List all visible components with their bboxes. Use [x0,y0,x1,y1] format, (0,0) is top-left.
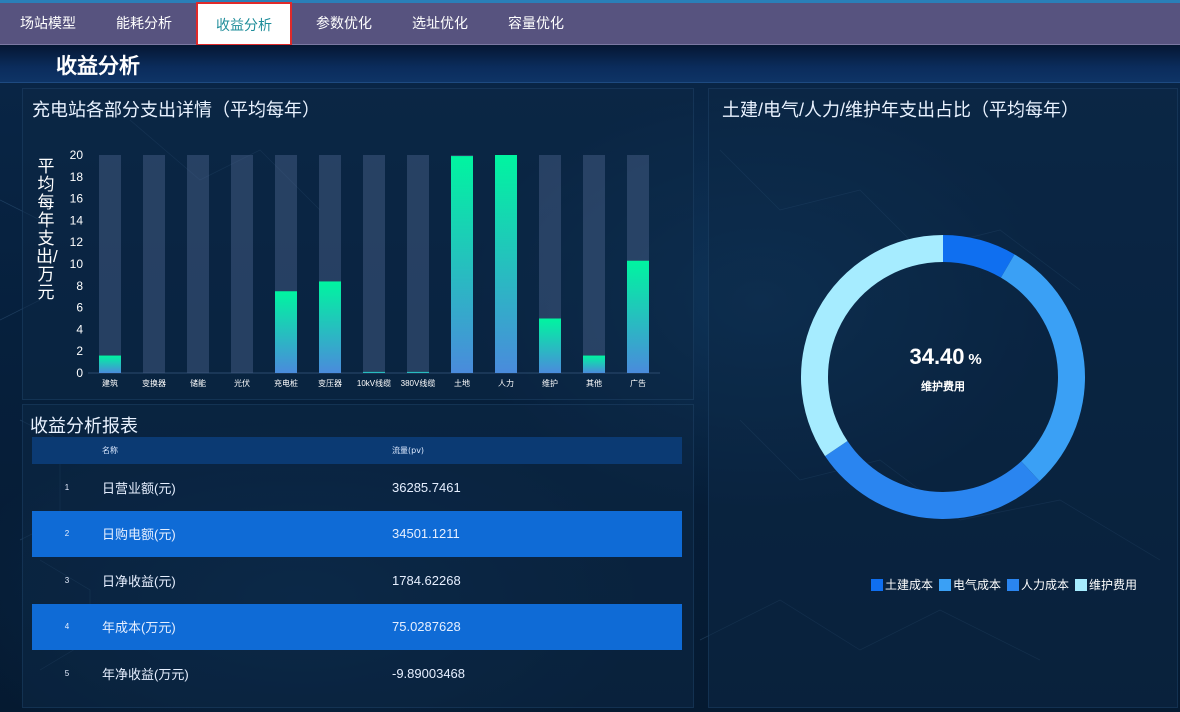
row-name: 日购电额(元) [102,527,176,543]
table-row[interactable]: 4 年成本(万元) 75.0287628 [32,603,682,650]
expense-detail-title: 充电站各部分支出详情（平均每年） [32,100,320,120]
tab-revenue-analysis[interactable]: 收益分析 [196,1,292,46]
legend-item-maintenance[interactable]: 维护费用 [1075,576,1137,593]
tab-energy-analysis[interactable]: 能耗分析 [96,2,192,46]
expense-share-panel [708,88,1178,708]
table-row[interactable]: 2 日购电额(元) 34501.1211 [32,510,682,557]
row-name: 年净收益(万元) [102,666,189,682]
row-value: 34501.1211 [392,526,460,542]
revenue-report-table: 名称 流量(pv) 1 日营业额(元) 36285.7461 2 日购电额(元)… [32,437,682,697]
table-header: 名称 流量(pv) [32,437,682,464]
row-name: 日净收益(元) [102,573,176,589]
legend-swatch [871,578,883,591]
row-index: 1 [64,482,70,492]
tab-parameter-optimization[interactable]: 参数优化 [296,2,392,46]
tab-site-optimization[interactable]: 选址优化 [392,2,488,46]
donut-legend: 土建成本 电气成本 人力成本 维护费用 [871,576,1137,593]
row-name: 年成本(万元) [102,620,176,636]
top-nav: 场站模型 能耗分析 收益分析 参数优化 选址优化 容量优化 [0,0,1180,46]
legend-item-labor[interactable]: 人力成本 [1007,576,1069,593]
table-row[interactable]: 5 年净收益(万元) -9.89003468 [32,650,682,697]
tab-station-model[interactable]: 场站模型 [0,2,96,46]
expense-detail-panel [22,88,694,400]
column-header-value: 流量(pv) [392,446,425,455]
row-index: 4 [64,622,70,632]
revenue-report-title: 收益分析报表 [30,416,138,436]
row-value: -9.89003468 [392,665,466,681]
row-index: 3 [64,575,70,585]
legend-label: 人力成本 [1021,578,1070,592]
tab-capacity-optimization[interactable]: 容量优化 [488,2,584,46]
legend-label: 维护费用 [1089,578,1138,592]
row-value: 75.0287628 [392,619,461,635]
bar-chart-y-axis-label: 平均每年支出/万元 [36,157,58,302]
column-header-name: 名称 [102,446,118,455]
legend-swatch [1075,578,1088,591]
row-value: 1784.62268 [392,572,461,588]
legend-item-civil[interactable]: 土建成本 [871,576,933,593]
row-name: 日营业额(元) [102,480,176,496]
expense-share-title: 土建/电气/人力/维护年支出占比（平均每年） [722,100,1080,120]
table-row[interactable]: 3 日净收益(元) 1784.62268 [32,557,682,604]
row-index: 2 [64,529,70,539]
legend-swatch [939,578,952,591]
legend-swatch [1007,578,1020,591]
row-index: 5 [64,668,70,678]
page-title: 收益分析 [56,55,140,78]
legend-label: 电气成本 [953,578,1002,592]
legend-item-electrical[interactable]: 电气成本 [939,576,1001,593]
legend-label: 土建成本 [885,578,934,592]
table-row[interactable]: 1 日营业额(元) 36285.7461 [32,464,682,511]
row-value: 36285.7461 [392,479,461,495]
header-band [0,45,1180,83]
